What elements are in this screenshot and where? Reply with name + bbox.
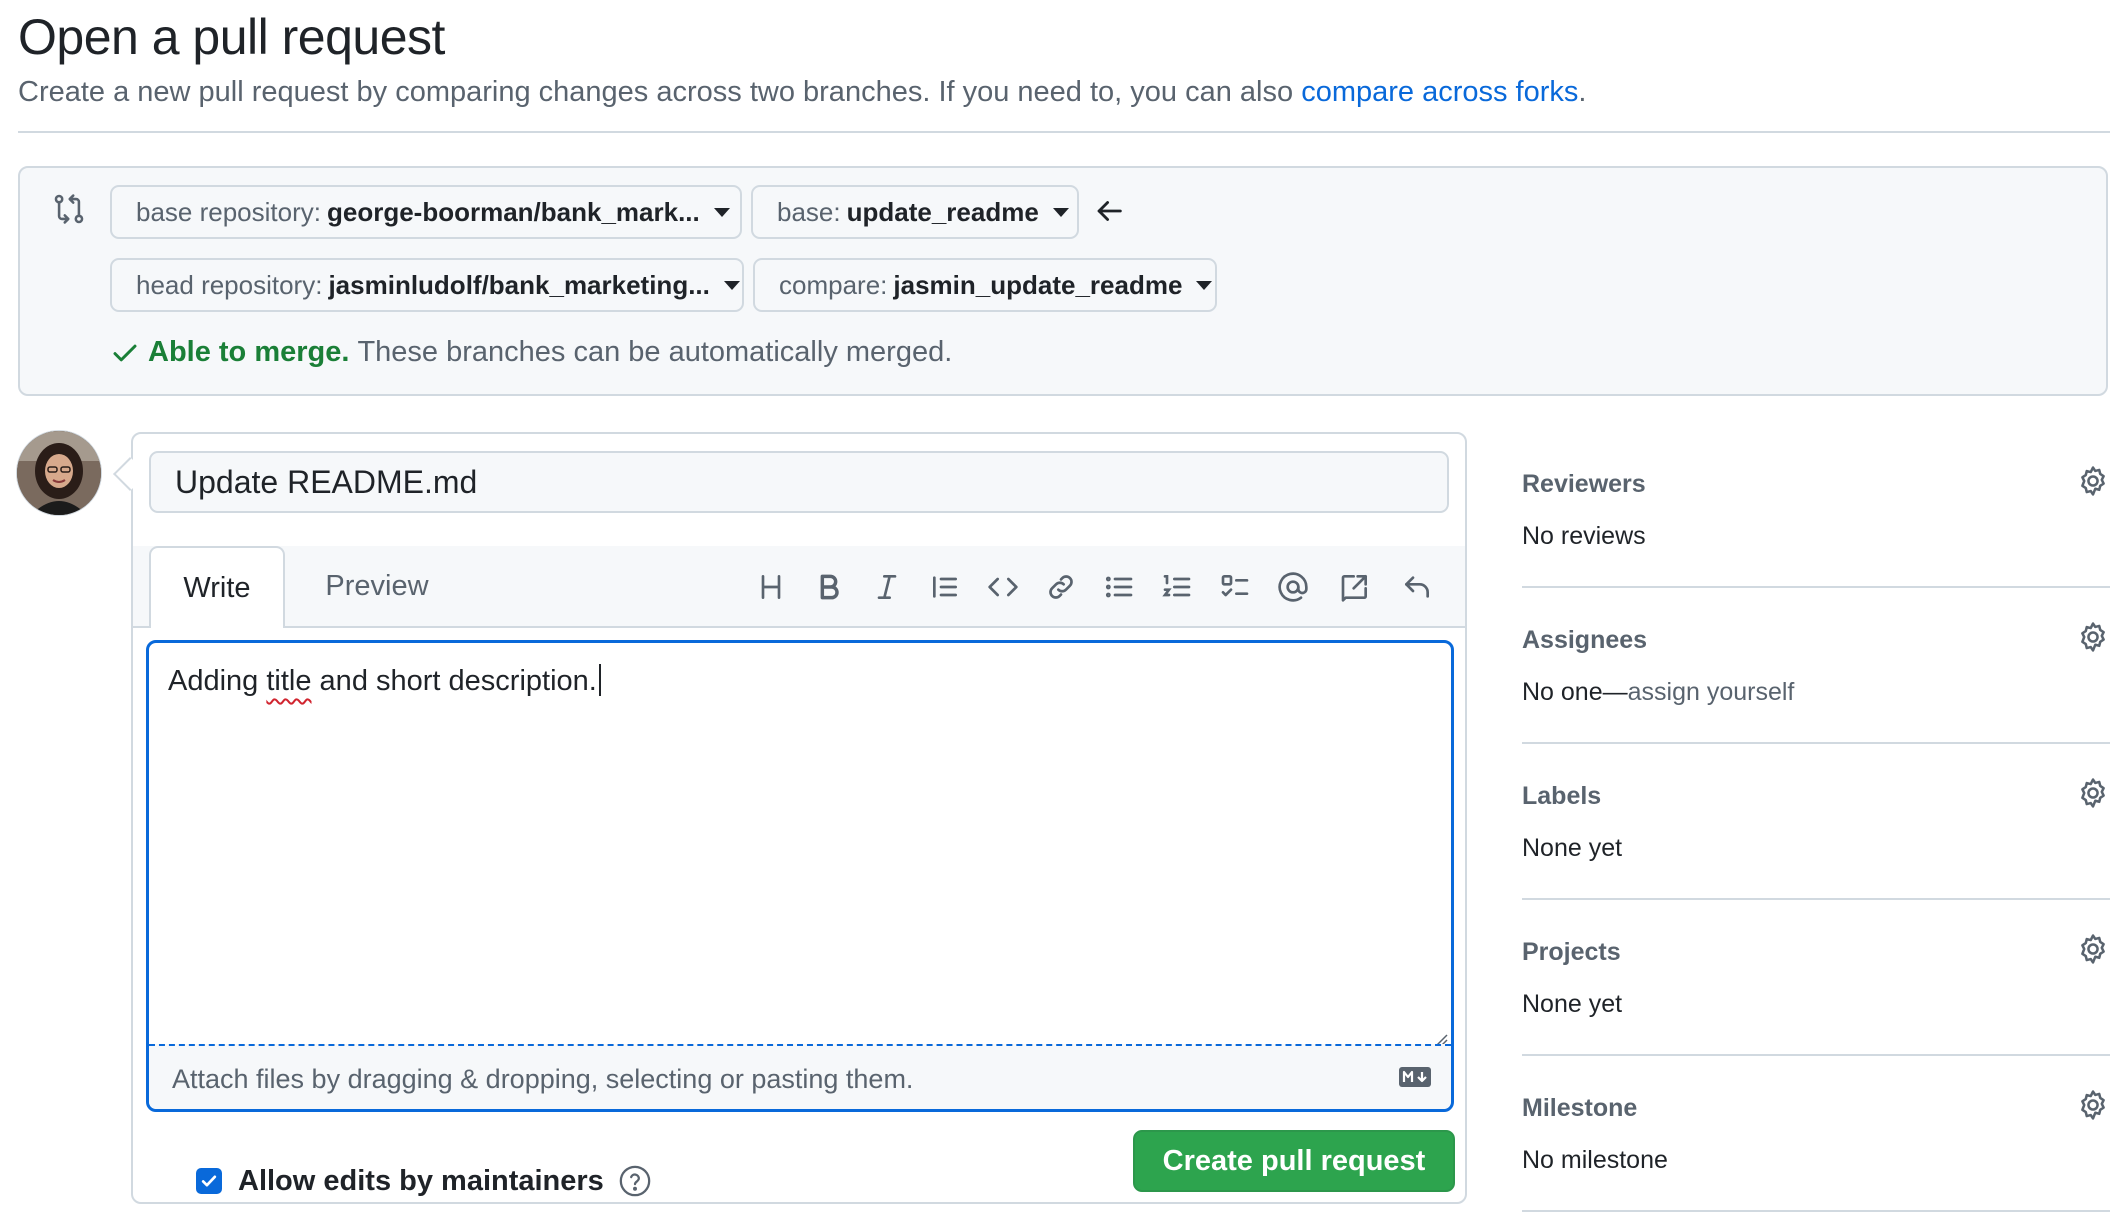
create-pull-request-button[interactable]: Create pull request: [1133, 1130, 1455, 1192]
compare-across-forks-link[interactable]: compare across forks: [1301, 76, 1578, 108]
head-repository-select[interactable]: head repository: jasminludolf/bank_market…: [110, 258, 744, 312]
compare-branch-label: compare:: [779, 269, 888, 300]
allow-edits-option[interactable]: Allow edits by maintainers: [196, 1164, 652, 1198]
tab-preview[interactable]: Preview: [302, 546, 452, 626]
reviewers-value: No reviews: [1522, 522, 1646, 550]
markdown-toolbar: [742, 562, 1446, 612]
base-branch-select[interactable]: base: update_readme: [751, 185, 1079, 239]
projects-value: None yet: [1522, 990, 1623, 1018]
undo-icon[interactable]: [1388, 562, 1446, 612]
question-icon[interactable]: [618, 1164, 652, 1198]
merge-status: Able to merge. These branches can be aut…: [110, 336, 952, 369]
tab-write[interactable]: Write: [149, 546, 285, 628]
heading-icon[interactable]: [742, 562, 800, 612]
git-compare-icon: [54, 194, 84, 224]
sidebar-labels: Labels None yet: [1522, 744, 2110, 900]
ordered-list-icon[interactable]: [1148, 562, 1206, 612]
merge-message: These branches can be automatically merg…: [357, 336, 953, 368]
base-branch-value: update_readme: [846, 196, 1039, 227]
attach-files-text: Attach files by dragging & dropping, sel…: [172, 1064, 914, 1094]
link-icon[interactable]: [1032, 562, 1090, 612]
mention-icon[interactable]: [1264, 562, 1322, 612]
sidebar-projects: Projects None yet: [1522, 900, 2110, 1056]
pr-body-text[interactable]: Adding title and short description.: [168, 664, 601, 698]
labels-value: None yet: [1522, 834, 1623, 862]
reference-icon[interactable]: [1322, 562, 1388, 612]
gear-icon[interactable]: [2076, 464, 2110, 498]
sidebar-milestone: Milestone No milestone: [1522, 1056, 2110, 1212]
assignees-heading: Assignees: [1522, 626, 1648, 654]
task-list-icon[interactable]: [1206, 562, 1264, 612]
labels-heading: Labels: [1522, 782, 1602, 810]
assign-yourself-link[interactable]: assign yourself: [1628, 678, 1795, 706]
assignees-none: No one—: [1522, 678, 1628, 706]
arrow-left-icon: [1097, 201, 1122, 221]
page-title: Open a pull request: [18, 9, 445, 65]
assignees-value: No one—assign yourself: [1522, 678, 1794, 707]
subtitle-period: .: [1578, 76, 1587, 108]
markdown-icon: [1399, 1067, 1431, 1087]
gear-icon[interactable]: [2076, 1088, 2110, 1122]
base-repository-select[interactable]: base repository: george-boorman/bank_mark…: [110, 185, 742, 239]
subtitle-text: Create a new pull request by comparing c…: [18, 76, 1302, 108]
compare-branch-value: jasmin_update_readme: [893, 269, 1183, 300]
gear-icon[interactable]: [2076, 620, 2110, 654]
body-text-end: and short description.: [311, 665, 597, 697]
check-icon: [201, 1175, 217, 1187]
reviewers-heading: Reviewers: [1522, 470, 1646, 498]
chevron-down-icon: [713, 207, 730, 217]
unordered-list-icon[interactable]: [1090, 562, 1148, 612]
head-repository-label: head repository:: [136, 269, 323, 300]
base-repository-label: base repository:: [136, 196, 321, 227]
gear-icon[interactable]: [2076, 776, 2110, 810]
avatar-image: [17, 431, 101, 515]
bold-icon[interactable]: [800, 562, 858, 612]
pr-title-input[interactable]: [149, 451, 1449, 513]
gear-icon[interactable]: [2076, 932, 2110, 966]
base-repository-value: george-boorman/bank_mark...: [326, 196, 700, 227]
milestone-heading: Milestone: [1522, 1094, 1638, 1122]
merge-ok-text: Able to merge.: [148, 336, 350, 368]
body-text-start: Adding: [168, 665, 267, 697]
code-icon[interactable]: [974, 562, 1032, 612]
misspelled-word: title: [266, 665, 312, 697]
head-repository-value: jasminludolf/bank_marketing...: [328, 269, 710, 300]
milestone-value: No milestone: [1522, 1146, 1668, 1174]
italic-icon[interactable]: [858, 562, 916, 612]
header-divider: [18, 131, 2110, 133]
chevron-down-icon: [723, 280, 740, 290]
projects-heading: Projects: [1522, 938, 1621, 966]
quote-icon[interactable]: [916, 562, 974, 612]
allow-edits-checkbox[interactable]: [196, 1168, 222, 1194]
allow-edits-label: Allow edits by maintainers: [238, 1164, 604, 1197]
page-subtitle: Create a new pull request by comparing c…: [18, 76, 1586, 109]
sidebar-reviewers: Reviewers No reviews: [1522, 432, 2110, 588]
chevron-down-icon: [1052, 207, 1069, 217]
base-branch-label: base:: [777, 196, 841, 227]
compare-branch-select[interactable]: compare: jasmin_update_readme: [753, 258, 1217, 312]
sidebar-assignees: Assignees No one—assign yourself: [1522, 588, 2110, 744]
avatar[interactable]: [16, 430, 102, 516]
text-cursor: [598, 664, 601, 696]
check-icon: [113, 344, 137, 361]
chevron-down-icon: [1196, 280, 1213, 290]
pr-body-textarea[interactable]: [146, 640, 1454, 1112]
